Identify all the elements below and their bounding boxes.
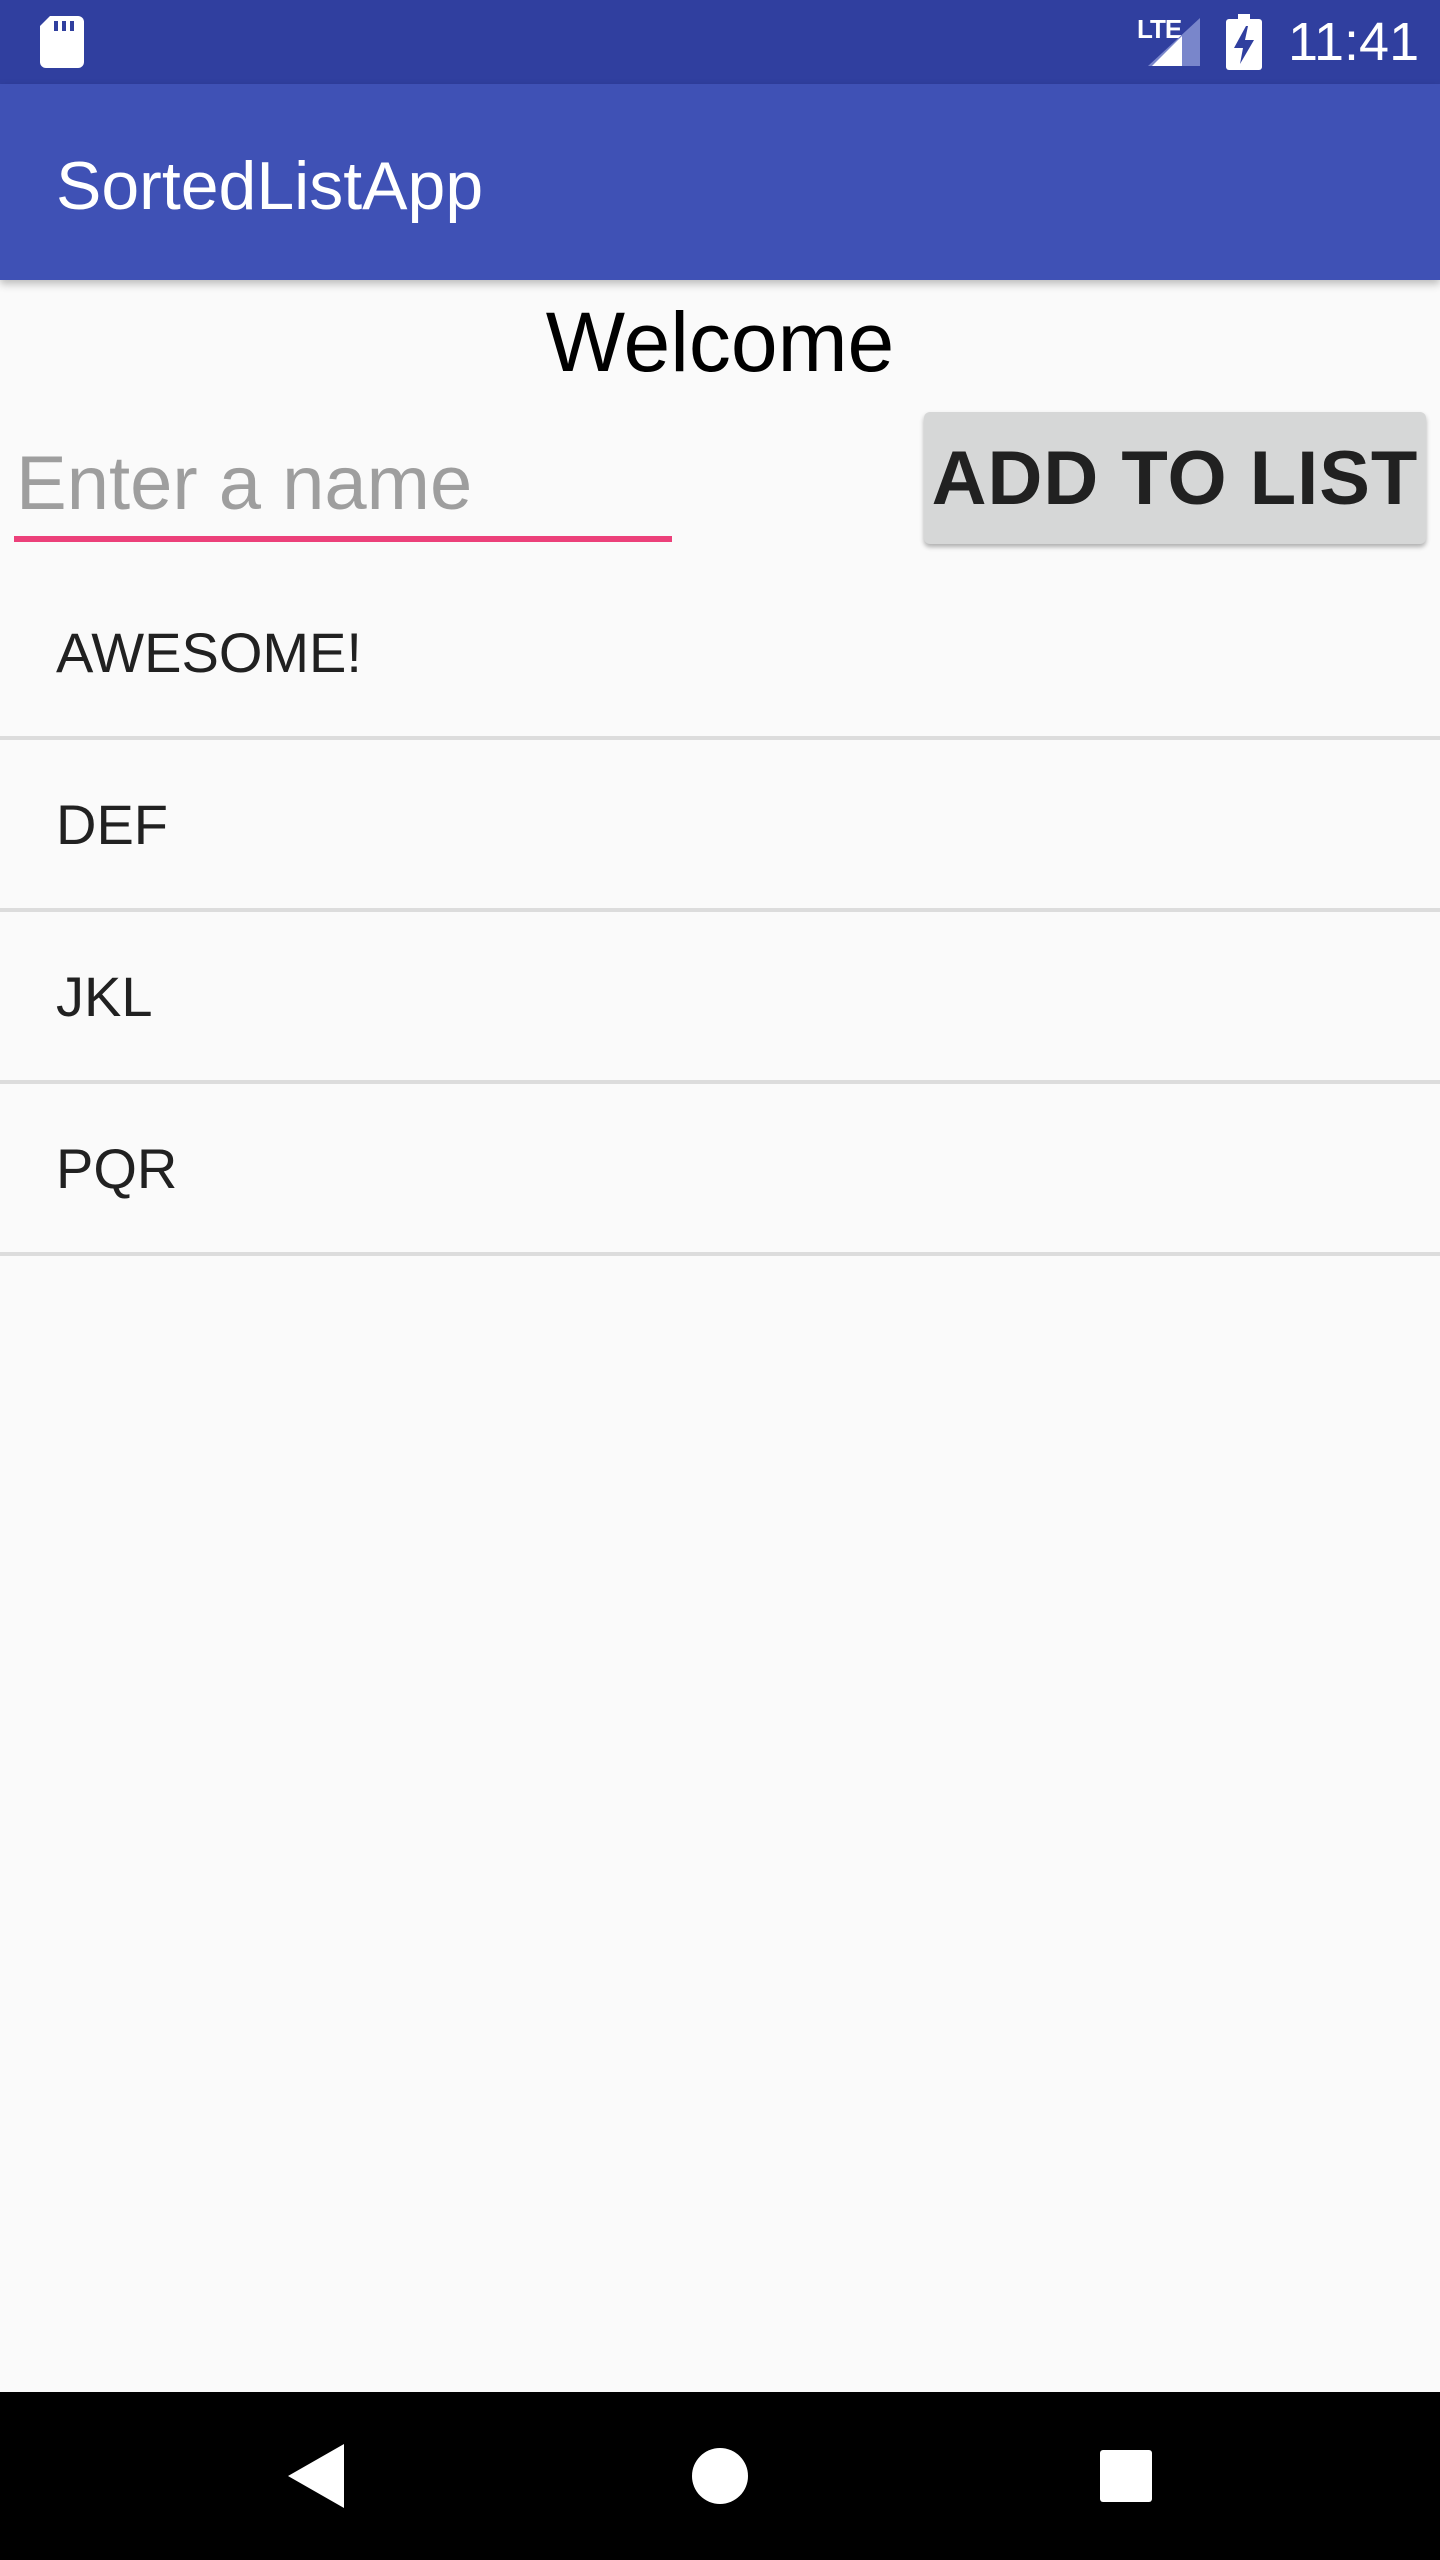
home-icon[interactable] xyxy=(692,2448,748,2504)
sd-card-icon xyxy=(40,16,84,68)
name-list: AWESOME! DEF JKL PQR xyxy=(0,568,1440,1256)
list-item[interactable]: AWESOME! xyxy=(0,568,1440,740)
app-title: SortedListApp xyxy=(56,148,484,224)
list-item[interactable]: DEF xyxy=(0,740,1440,912)
battery-charging-icon xyxy=(1226,14,1262,70)
app-bar: SortedListApp xyxy=(0,84,1440,280)
recents-icon[interactable] xyxy=(1100,2450,1152,2502)
status-bar: LTE 11:41 xyxy=(0,0,1440,84)
status-clock: 11:41 xyxy=(1288,12,1420,72)
list-item[interactable]: JKL xyxy=(0,912,1440,1084)
list-item[interactable]: PQR xyxy=(0,1084,1440,1256)
welcome-heading: Welcome xyxy=(545,295,895,389)
navigation-bar xyxy=(0,2392,1440,2560)
signal-icon xyxy=(1148,18,1200,66)
name-input[interactable] xyxy=(14,430,672,542)
add-to-list-button[interactable]: ADD TO LIST xyxy=(924,412,1426,544)
back-icon[interactable] xyxy=(288,2444,344,2508)
